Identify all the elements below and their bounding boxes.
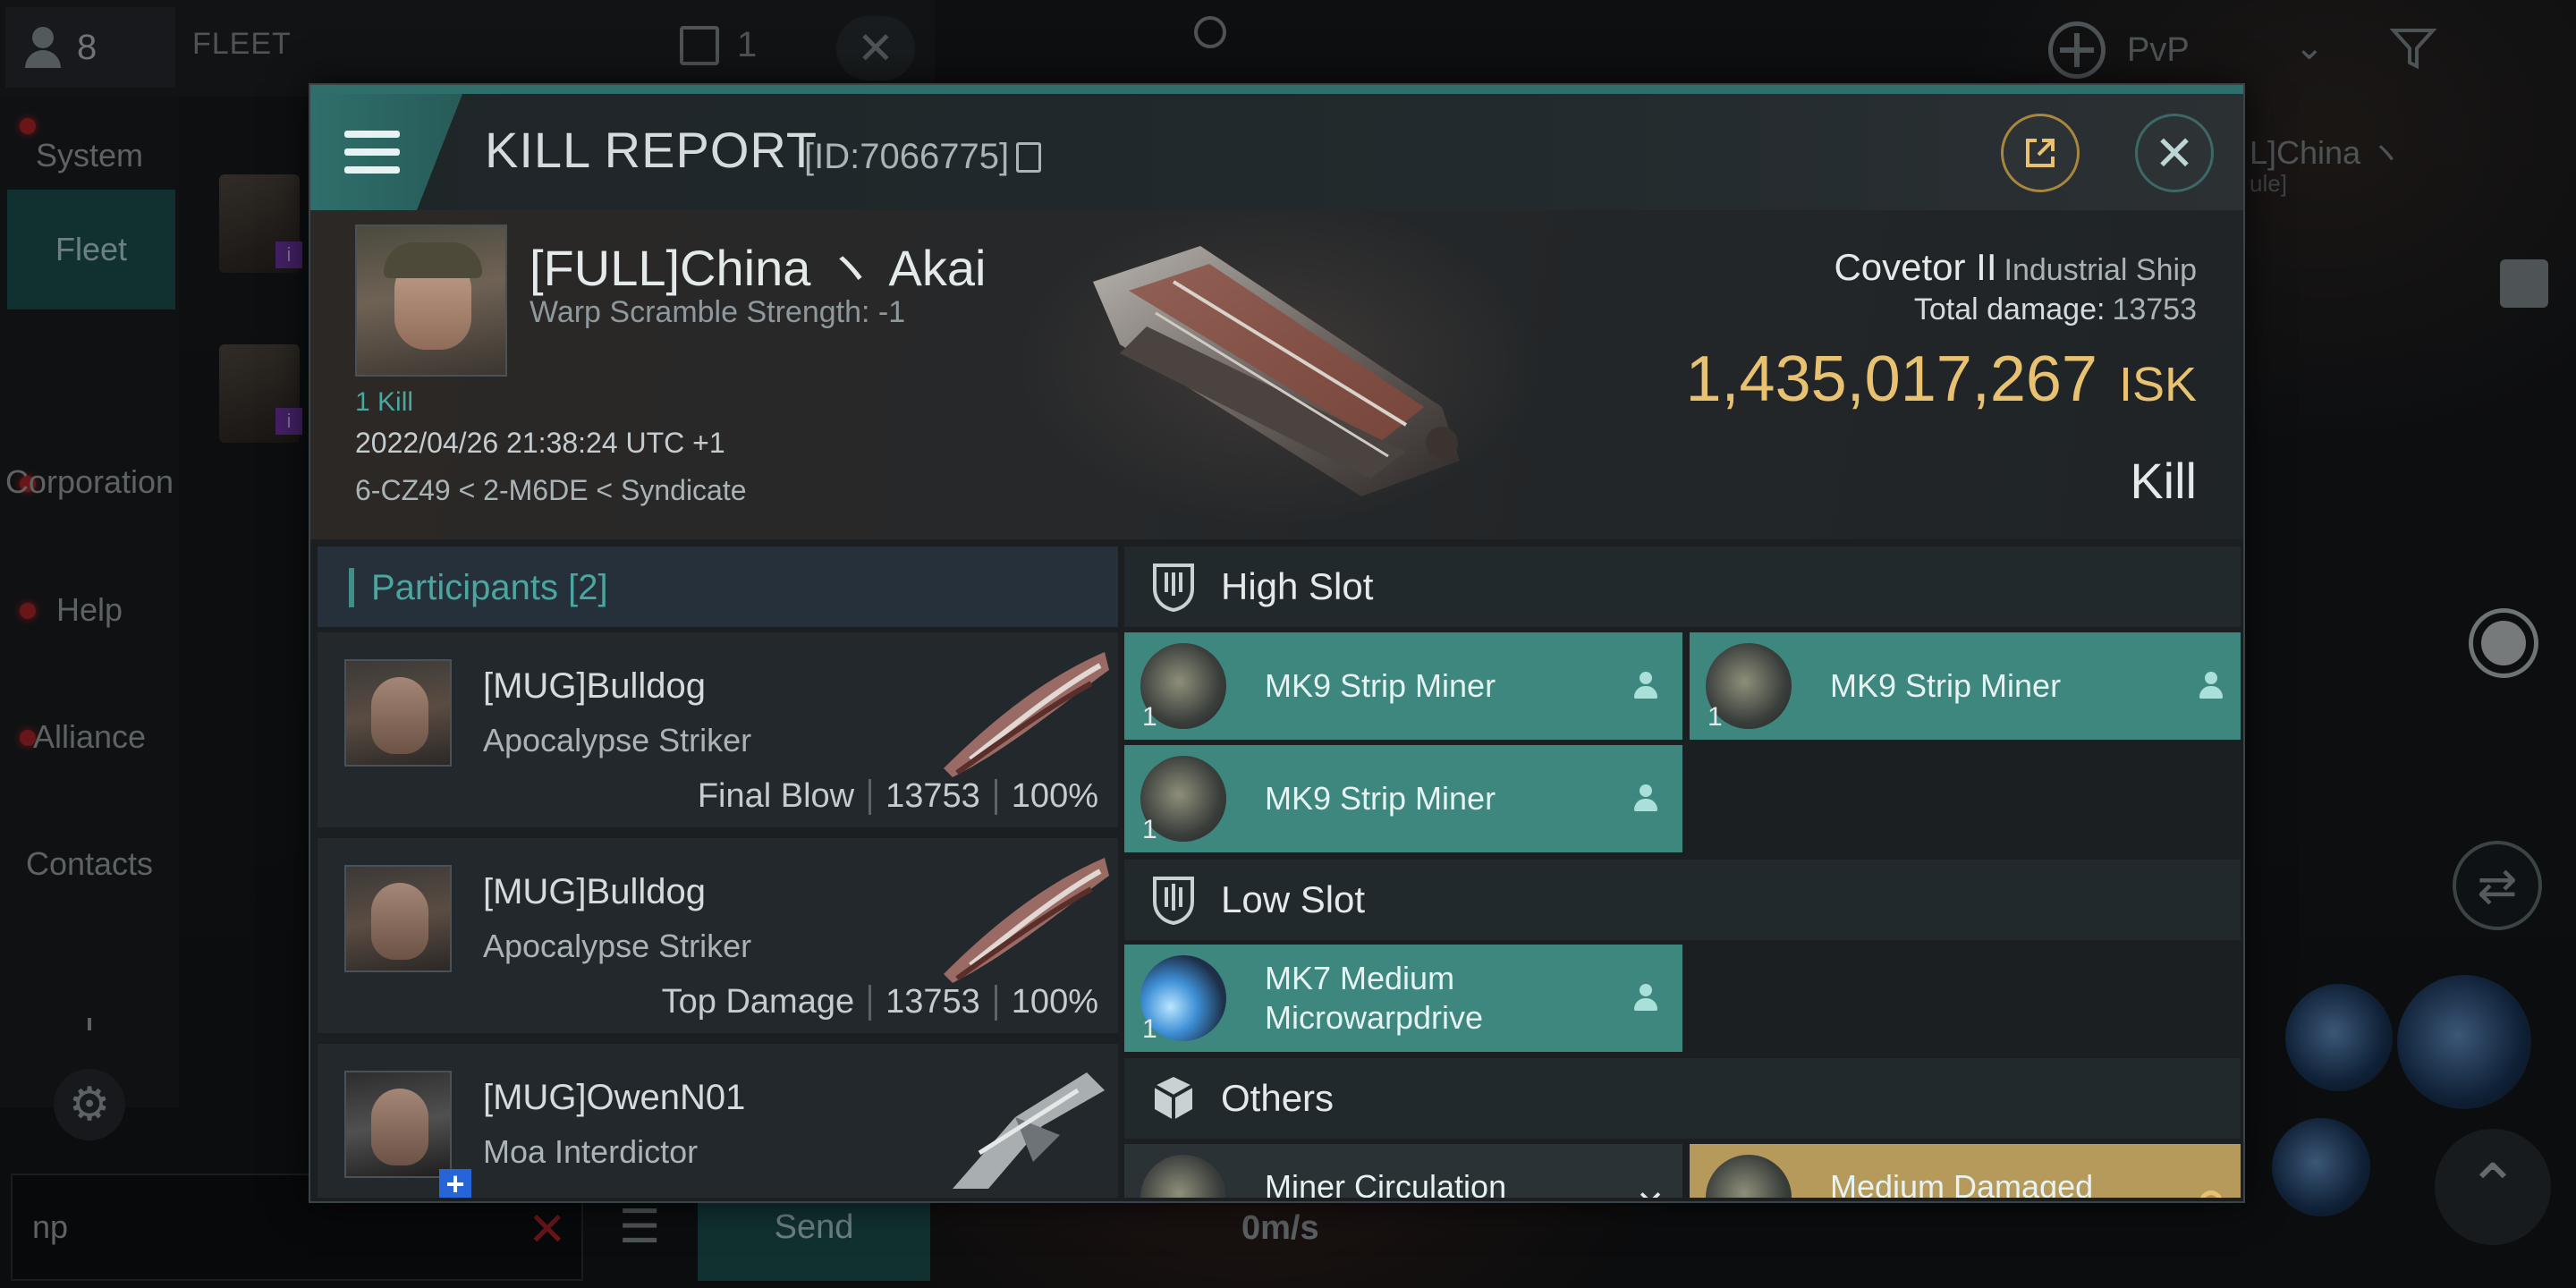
module-slot[interactable]: Miner Circulation ✕ [1124,1144,1682,1198]
module-slot[interactable]: 1 MK9 Strip Miner [1124,745,1682,852]
module-slot[interactable]: 1 MK9 Strip Miner [1124,632,1682,740]
avatar[interactable] [344,659,452,767]
victim-name[interactable]: [FULL]China ヽ Akai [530,228,986,301]
high-slot-header: High Slot [1124,547,2241,627]
participant-damage: 13753 [886,777,980,815]
modal-accent-bar [310,85,2243,94]
kill-datetime: 2022/04/26 21:38:24 UTC +1 [355,427,725,459]
miner-circulation-icon [1140,1155,1226,1198]
module-slot[interactable]: 1 MK7 Medium Microwarpdrive [1124,945,1682,1052]
participant-row[interactable]: [MUG]Bulldog Apocalypse Striker Final Bl… [318,632,1118,831]
victim-panel: [FULL]China ヽ Akai Warp Scramble Strengt… [310,210,2243,539]
participant-role: Final Blow [697,777,855,815]
participant-name: [MUG]OwenN01 [483,1078,746,1117]
share-icon [2026,139,2055,167]
participant-name: [MUG]Bulldog [483,872,706,911]
module-quantity: 1 [1707,702,1723,732]
participants-title: Participants [2] [371,568,608,607]
fitting-panel: High Slot 1 MK9 Strip Miner 1 MK9 Strip … [1124,547,2241,1198]
wrench-icon [2199,1191,2223,1198]
participant-percent: 100% [1011,983,1098,1021]
participant-row[interactable]: [MUG]Bulldog Apocalypse Striker Top Dama… [318,838,1118,1037]
others-header: Others [1124,1058,2241,1139]
pilot-icon [1631,784,1661,815]
hamburger-icon [344,131,400,174]
destroyed-x-icon: ✕ [1636,1183,1665,1198]
participants-panel: Participants [2] [MUG]Bulldog Apocalypse… [318,547,1118,1198]
avatar[interactable] [344,865,452,972]
module-name: Medium Damaged [1830,1168,2094,1198]
damaged-module-icon [1706,1155,1792,1198]
section-marker [349,568,354,607]
participant-ship: Moa Interdictor [483,1133,699,1170]
kill-id[interactable]: [ID:7066775] [804,137,1042,177]
module-quantity: 1 [1142,1014,1157,1044]
participant-ship-image [944,652,1109,777]
kill-report-modal: KILL REPORT [ID:7066775] ✕ [FULL]China ヽ… [309,83,2245,1203]
module-name: MK9 Strip Miner [1265,667,1496,704]
participant-damage: 13753 [886,983,980,1021]
low-slot-icon [1153,877,1194,925]
share-button[interactable] [2001,114,2080,192]
module-slot[interactable]: 1 MK9 Strip Miner [1690,632,2241,740]
participant-stats: Final Blow 13753 100% [698,777,1098,816]
kill-result: Kill [2130,453,2197,509]
victim-ship-image[interactable] [1066,228,1487,514]
close-button[interactable]: ✕ [2135,114,2214,192]
victim-ship-type[interactable]: Covetor II Industrial Ship [1834,246,2197,289]
participant-ship-image [944,858,1109,983]
isk-value: 1,435,017,267 ISK [1685,343,2198,415]
warp-scramble-strength: Warp Scramble Strength: -1 [530,295,906,329]
menu-button[interactable] [310,94,462,210]
module-quantity: 1 [1142,702,1157,732]
participants-header: Participants [2] [318,547,1118,627]
participant-ship: Apocalypse Striker [483,722,752,758]
plus-badge-icon: + [439,1168,471,1198]
participant-ship: Apocalypse Striker [483,928,752,964]
module-slot[interactable]: Medium Damaged [1690,1144,2241,1198]
participant-name: [MUG]Bulldog [483,666,706,706]
pilot-icon [1631,984,1661,1014]
low-slot-header: Low Slot [1124,860,2241,940]
participant-percent: 100% [1011,777,1098,815]
modal-header: KILL REPORT [ID:7066775] ✕ [310,94,2243,210]
avatar[interactable] [344,1071,452,1178]
pilot-icon [1631,672,1661,702]
victim-kill-count: 1 Kill [355,387,414,417]
kill-location[interactable]: 6-CZ49 < 2-M6DE < Syndicate [355,474,747,507]
total-damage: Total damage: 13753 [1913,292,2197,326]
module-name: MK9 Strip Miner [1265,780,1496,817]
participant-stats: Top Damage 13753 100% [662,983,1098,1021]
participant-row[interactable]: + [MUG]OwenN01 Moa Interdictor [318,1044,1118,1198]
module-name: Miner Circulation [1265,1168,1507,1198]
victim-portrait[interactable] [355,225,507,377]
copy-icon[interactable] [1016,141,1042,173]
module-name: MK7 Medium Microwarpdrive [1265,960,1484,1036]
module-quantity: 1 [1142,815,1157,844]
participant-ship-image [953,1072,1105,1189]
module-name: MK9 Strip Miner [1830,667,2062,704]
cargo-box-icon [1154,1077,1193,1120]
modal-title: KILL REPORT [485,122,818,178]
pilot-icon [2196,672,2226,702]
high-slot-icon [1153,564,1194,612]
participant-role: Top Damage [661,983,855,1021]
